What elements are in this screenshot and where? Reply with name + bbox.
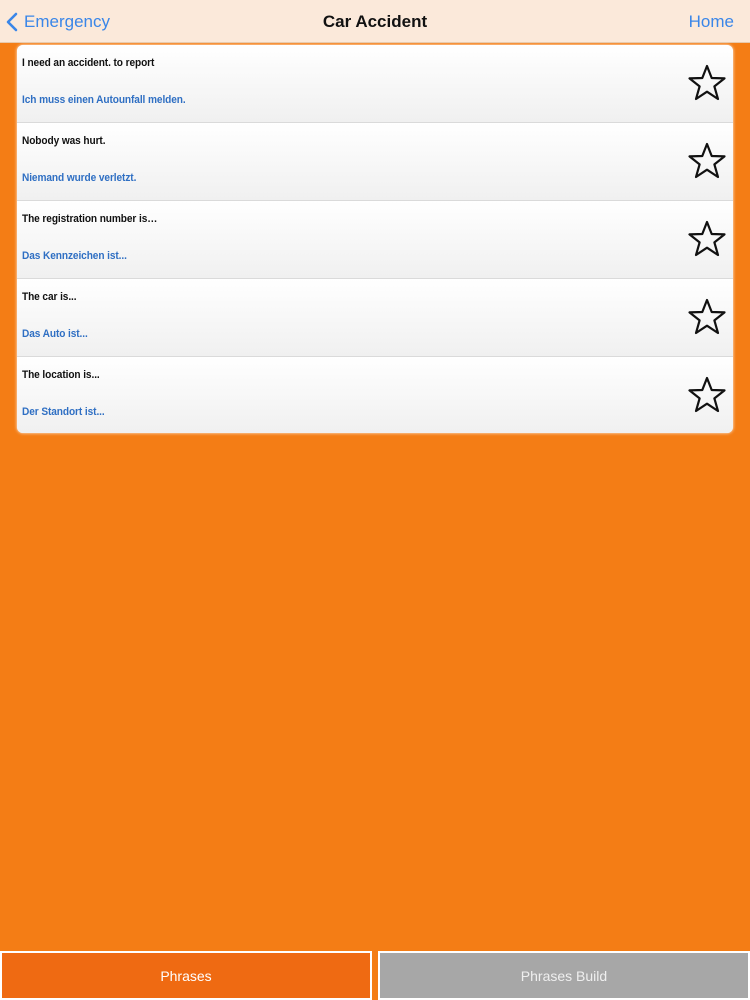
chevron-left-icon	[6, 12, 18, 31]
phrase-english: Nobody was hurt.	[22, 135, 106, 147]
phrase-translation: Das Auto ist...	[22, 328, 88, 340]
star-outline-icon[interactable]	[687, 219, 727, 259]
star-outline-icon[interactable]	[687, 297, 727, 337]
phrase-translation: Das Kennzeichen ist...	[22, 250, 127, 262]
phrase-english: I need an accident. to report	[22, 57, 155, 69]
navigation-bar: Emergency Car Accident Home	[0, 0, 750, 43]
page-title: Car Accident	[322, 12, 428, 31]
star-outline-icon[interactable]	[687, 375, 727, 415]
tab-phrases[interactable]: Phrases	[0, 951, 372, 1000]
phrase-list: I need an accident. to report Ich muss e…	[17, 45, 733, 433]
phrase-translation: Der Standort ist...	[22, 406, 105, 418]
star-outline-icon[interactable]	[687, 63, 727, 103]
phrase-english: The location is...	[22, 369, 100, 381]
home-button[interactable]: Home	[689, 0, 734, 43]
phrase-row[interactable]: I need an accident. to report Ich muss e…	[17, 45, 733, 123]
phrase-english: The registration number is…	[22, 213, 158, 225]
back-button[interactable]: Emergency	[6, 0, 110, 43]
phrase-row[interactable]: The car is... Das Auto ist...	[17, 279, 733, 357]
bottom-tab-bar: Phrases Phrases Build	[0, 951, 750, 1000]
tab-phrases-build[interactable]: Phrases Build	[378, 951, 750, 1000]
phrase-translation: Ich muss einen Autounfall melden.	[22, 94, 186, 106]
phrase-english: The car is...	[22, 291, 77, 303]
phrase-translation: Niemand wurde verletzt.	[22, 172, 137, 184]
phrase-row[interactable]: The registration number is… Das Kennzeic…	[17, 201, 733, 279]
phrase-row[interactable]: The location is... Der Standort ist...	[17, 357, 733, 433]
phrase-row[interactable]: Nobody was hurt. Niemand wurde verletzt.	[17, 123, 733, 201]
star-outline-icon[interactable]	[687, 141, 727, 181]
back-button-label: Emergency	[24, 11, 110, 31]
